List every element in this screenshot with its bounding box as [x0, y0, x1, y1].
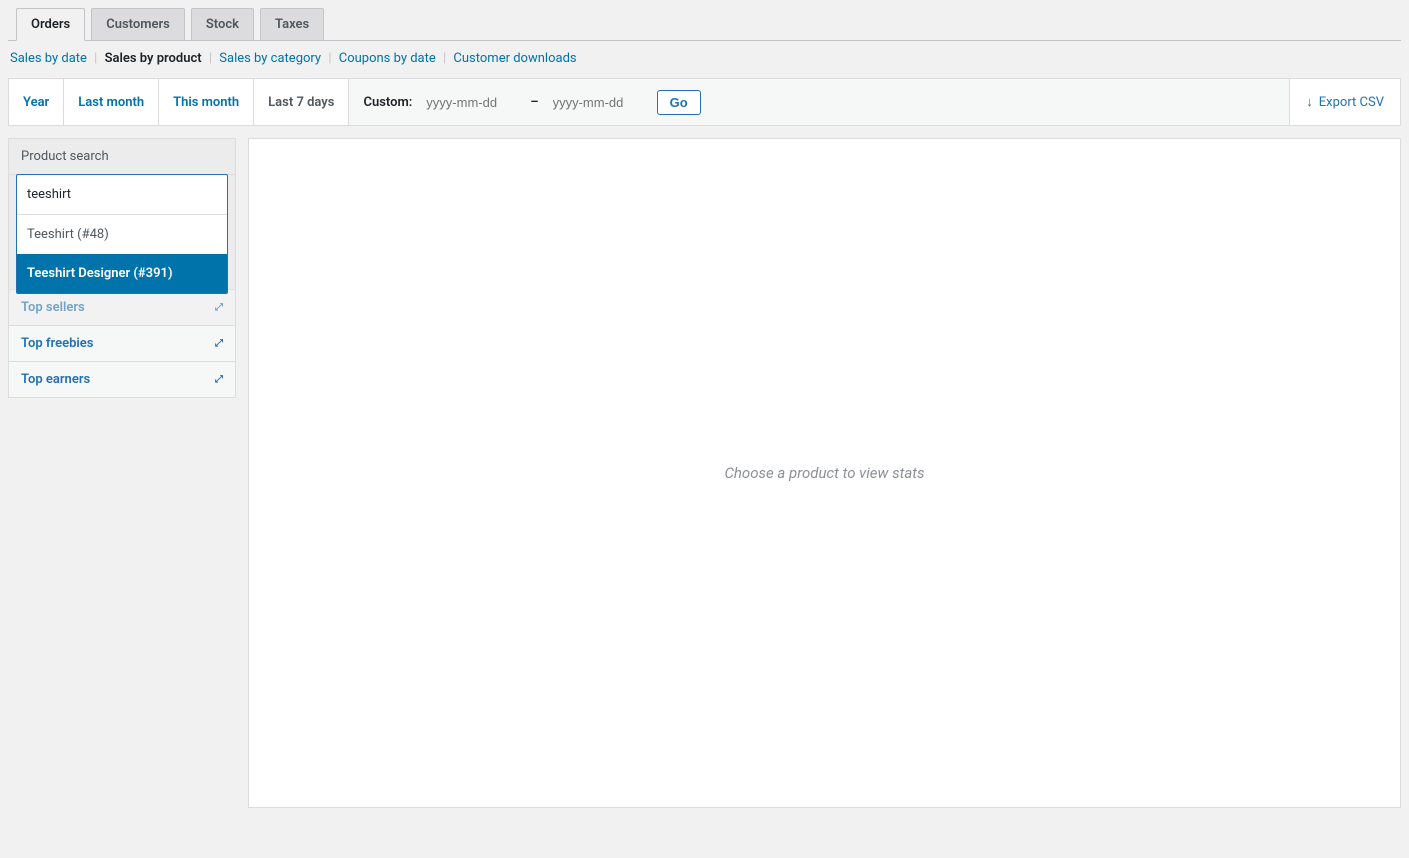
subtab-separator: |	[328, 51, 331, 66]
subtab-customer-downloads[interactable]: Customer downloads	[453, 51, 576, 66]
report-area: Choose a product to view stats	[248, 138, 1401, 808]
placeholder-message: Choose a product to view stats	[724, 464, 924, 482]
search-option-teeshirt-designer[interactable]: Teeshirt Designer (#391)	[17, 254, 227, 293]
panel-top-freebies-label: Top freebies	[21, 336, 93, 351]
custom-range-area: Custom: – Go	[349, 79, 1289, 125]
product-search-dropdown[interactable]: teeshirt Teeshirt (#48) Teeshirt Designe…	[16, 174, 228, 294]
panel-top-sellers[interactable]: Top sellers	[9, 289, 235, 325]
expand-icon	[215, 374, 223, 385]
reports-page: Orders Customers Stock Taxes Sales by da…	[8, 8, 1401, 808]
tab-taxes[interactable]: Taxes	[260, 8, 324, 41]
go-button[interactable]: Go	[657, 90, 701, 115]
subtab-separator: |	[209, 51, 212, 66]
range-last-7-days[interactable]: Last 7 days	[254, 79, 349, 125]
body-wrap: Product search Top sellers Top freebies …	[8, 138, 1401, 808]
tab-stock[interactable]: Stock	[191, 8, 254, 41]
tab-orders[interactable]: Orders	[16, 8, 85, 41]
main-tabs: Orders Customers Stock Taxes	[16, 8, 1401, 41]
subtab-sales-by-product[interactable]: Sales by product	[105, 51, 202, 66]
product-search-label: Product search	[21, 149, 109, 164]
range-year[interactable]: Year	[9, 79, 64, 125]
panel-top-freebies[interactable]: Top freebies	[9, 325, 235, 361]
sidebar: Product search Top sellers Top freebies …	[8, 138, 236, 808]
export-csv-button[interactable]: Export CSV	[1289, 79, 1400, 125]
date-dash: –	[530, 95, 538, 110]
download-icon	[1306, 94, 1313, 110]
range-this-month[interactable]: This month	[159, 79, 254, 125]
export-label: Export CSV	[1319, 95, 1384, 110]
product-search-header[interactable]: Product search	[9, 139, 235, 174]
panel-top-earners[interactable]: Top earners	[9, 361, 235, 397]
expand-icon	[215, 338, 223, 349]
expand-icon	[215, 302, 223, 313]
date-range-bar: Year Last month This month Last 7 days C…	[8, 78, 1401, 126]
date-from-input[interactable]	[426, 95, 516, 110]
subtab-coupons-by-date[interactable]: Coupons by date	[339, 51, 436, 66]
panel-top-earners-label: Top earners	[21, 372, 90, 387]
date-to-input[interactable]	[553, 95, 643, 110]
subtab-sales-by-date[interactable]: Sales by date	[10, 51, 87, 66]
subtab-sales-by-category[interactable]: Sales by category	[219, 51, 321, 66]
subtab-separator: |	[443, 51, 446, 66]
panel-top-sellers-label: Top sellers	[21, 300, 85, 315]
search-option-teeshirt[interactable]: Teeshirt (#48)	[17, 215, 227, 254]
custom-label: Custom:	[363, 95, 412, 110]
tab-customers[interactable]: Customers	[91, 8, 185, 41]
product-search-input-value[interactable]: teeshirt	[17, 175, 227, 215]
sub-tabs: Sales by date | Sales by product | Sales…	[8, 41, 1401, 78]
range-last-month[interactable]: Last month	[64, 79, 159, 125]
subtab-separator: |	[94, 51, 97, 66]
